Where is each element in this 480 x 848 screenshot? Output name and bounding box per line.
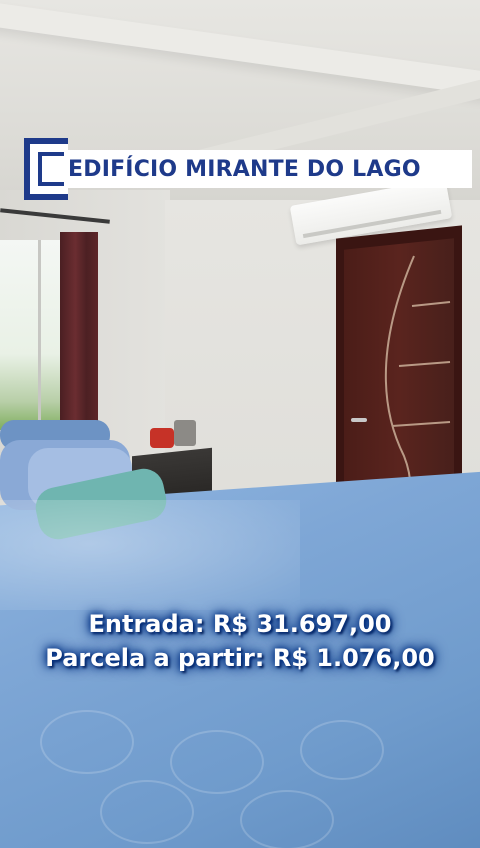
quilt-pattern [40, 710, 134, 774]
installment-text: Parcela a partir: R$ 1.076,00 [45, 644, 435, 672]
quilt-pattern [100, 780, 194, 844]
property-title: EDIFÍCIO MIRANTE DO LAGO [68, 156, 421, 182]
quilt-pattern [170, 730, 264, 794]
down-payment-text: Entrada: R$ 31.697,00 [88, 610, 392, 638]
window [0, 240, 65, 430]
curtain [60, 232, 98, 432]
bedroom-photo [0, 0, 480, 848]
door-handle [351, 418, 367, 422]
lamp [174, 420, 196, 446]
radio [150, 428, 174, 448]
quilt-pattern [240, 790, 334, 848]
title-banner: EDIFÍCIO MIRANTE DO LAGO [24, 138, 472, 200]
window-frame [38, 240, 41, 430]
bracket-logo-icon [24, 138, 68, 200]
bracket-logo-inner [38, 152, 64, 186]
title-box: EDIFÍCIO MIRANTE DO LAGO [46, 150, 472, 188]
quilt-pattern [300, 720, 384, 780]
light-reflection [0, 500, 300, 610]
